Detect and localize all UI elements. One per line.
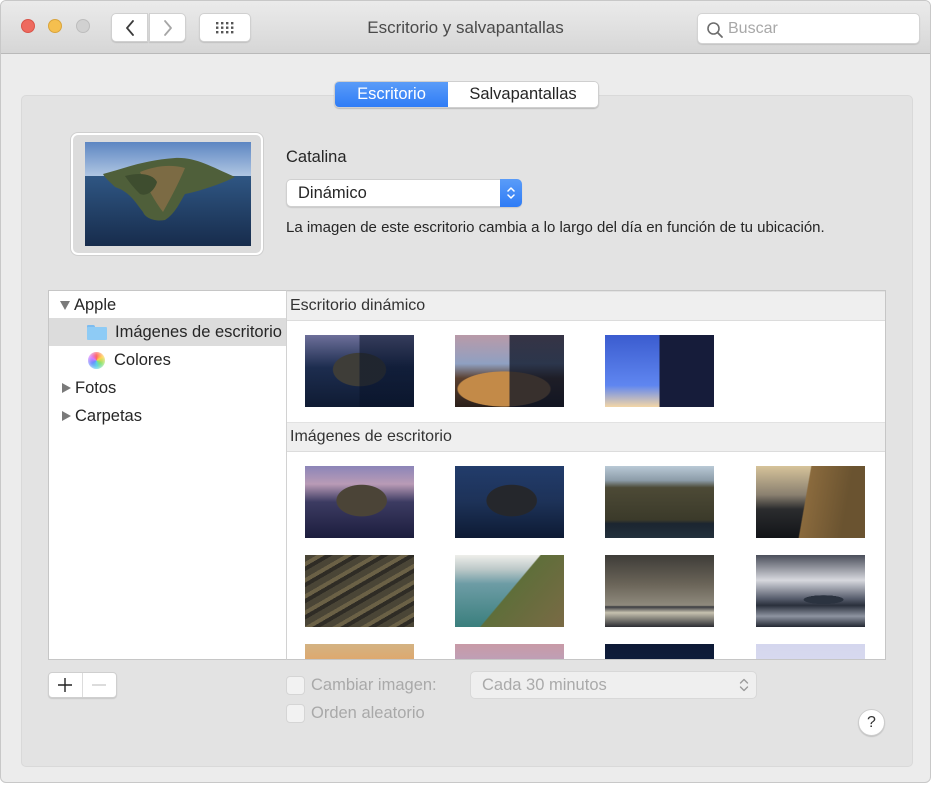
wallpaper-thumbnail-green-coast[interactable] (455, 555, 564, 627)
random-order-label: Orden aleatorio (311, 704, 425, 722)
remove-folder-button[interactable] (83, 673, 117, 697)
disclosure-closed-icon[interactable] (62, 411, 71, 421)
sidebar-item-fotos[interactable]: Fotos (49, 374, 286, 402)
disclosure-open-icon[interactable] (60, 300, 70, 310)
random-order-option: Orden aleatorio (286, 704, 425, 723)
folder-icon (87, 324, 107, 340)
change-picture-option: Cambiar imagen: (286, 676, 437, 695)
wallpaper-preview-image (85, 142, 251, 246)
preferences-window: Escritorio y salvapantallas Escritorio S… (0, 0, 931, 783)
wallpaper-mode-value: Dinámico (298, 184, 367, 202)
wallpaper-name: Catalina (286, 148, 347, 166)
add-remove-control (48, 672, 117, 698)
up-down-chevron-icon (507, 187, 515, 199)
interval-select[interactable]: Cada 30 minutos (470, 671, 757, 699)
wallpaper-thumbnail-blue-gradient-split[interactable] (605, 335, 714, 407)
sidebar-item-label: Carpetas (75, 406, 142, 425)
title-bar: Escritorio y salvapantallas (1, 1, 930, 54)
minus-icon (92, 684, 107, 686)
wallpaper-thumbnail-island-day-night-split[interactable] (305, 335, 414, 407)
sidebar-item-label: Colores (114, 350, 171, 369)
search-field[interactable] (697, 13, 920, 44)
wallpaper-thumbnail-cloudy-sea[interactable] (605, 555, 714, 627)
section-header-dynamic: Escritorio dinámico (287, 291, 885, 321)
color-wheel-icon (88, 351, 105, 369)
section-header-desktop-pictures: Imágenes de escritorio (287, 422, 885, 452)
wallpaper-thumbnail-sunset-horizon[interactable] (305, 644, 414, 659)
wallpaper-thumbnail-golden-cliff[interactable] (756, 466, 865, 538)
sidebar-item-apple[interactable]: Apple (49, 291, 286, 319)
random-order-checkbox[interactable] (286, 704, 305, 723)
current-wallpaper-preview (71, 133, 263, 255)
up-down-chevron-icon (739, 678, 749, 692)
sidebar-item-imagenes-de-escritorio[interactable]: Imágenes de escritorio (49, 318, 286, 346)
tab-bar: Escritorio Salvapantallas (334, 81, 599, 108)
wallpaper-mode-select[interactable]: Dinámico (286, 179, 522, 207)
wallpaper-thumbnail-pink-sky[interactable] (455, 644, 564, 659)
add-folder-button[interactable] (49, 673, 83, 697)
wallpaper-thumbnail-pale-sky[interactable] (756, 644, 865, 659)
wallpaper-thumbnail-desert-day-night-split[interactable] (455, 335, 564, 407)
tab-escritorio[interactable]: Escritorio (335, 82, 448, 107)
wallpaper-browser[interactable]: Escritorio dinámico Imágenes de escritor… (287, 290, 886, 660)
wallpaper-description: La imagen de este escritorio cambia a lo… (286, 219, 825, 236)
interval-value: Cada 30 minutos (482, 676, 607, 694)
sidebar-item-label: Imágenes de escritorio (115, 322, 282, 341)
sidebar-item-label: Apple (74, 295, 117, 314)
select-stepper (500, 179, 522, 207)
search-icon (707, 22, 723, 38)
disclosure-closed-icon[interactable] (62, 383, 71, 393)
plus-icon (58, 678, 73, 692)
wallpaper-thumbnail-layered-rocks[interactable] (305, 555, 414, 627)
sidebar-item-label: Fotos (75, 378, 117, 397)
search-input[interactable] (728, 17, 913, 41)
change-picture-label: Cambiar imagen: (311, 676, 437, 694)
wallpaper-thumbnail-island-clouds[interactable] (756, 555, 865, 627)
wallpaper-thumbnail-island-dusk[interactable] (305, 466, 414, 538)
wallpaper-thumbnail-cliffs[interactable] (605, 466, 714, 538)
help-button[interactable]: ? (858, 709, 885, 736)
tab-salvapantallas[interactable]: Salvapantallas (448, 82, 598, 107)
source-sidebar: Apple Imágenes de escritorio Colores Fot… (48, 290, 287, 660)
change-picture-checkbox[interactable] (286, 676, 305, 695)
wallpaper-thumbnail-night-sky[interactable] (605, 644, 714, 659)
sidebar-item-colores[interactable]: Colores (49, 346, 286, 374)
sidebar-item-carpetas[interactable]: Carpetas (49, 402, 286, 430)
wallpaper-thumbnail-island-night[interactable] (455, 466, 564, 538)
